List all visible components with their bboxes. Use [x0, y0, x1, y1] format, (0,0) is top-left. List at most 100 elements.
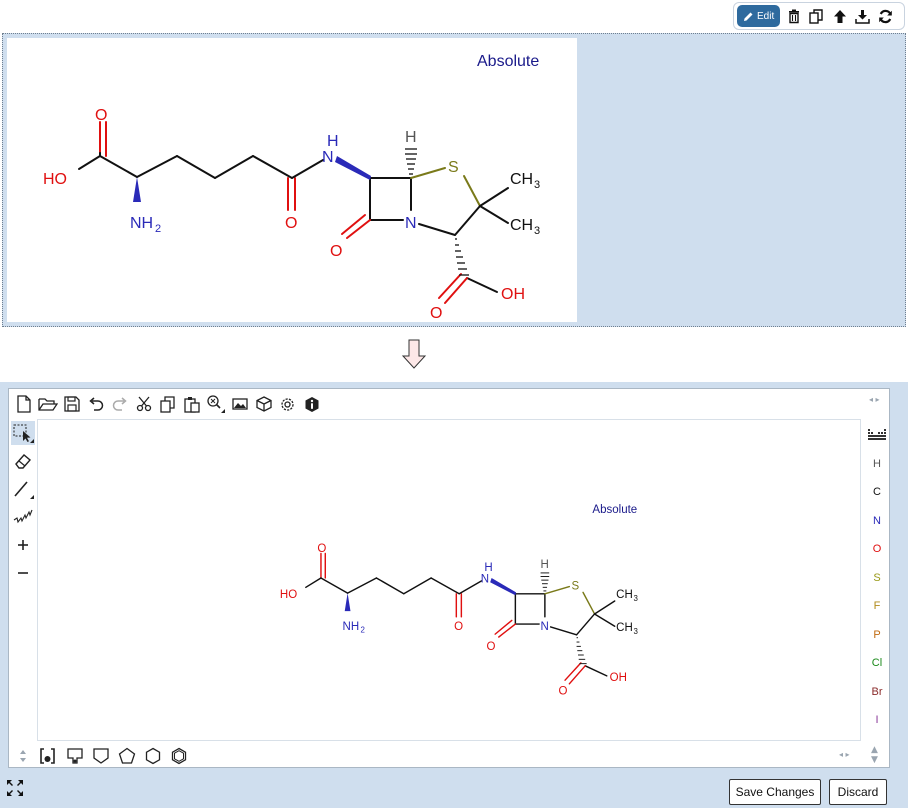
info-icon[interactable]	[301, 394, 322, 415]
undo-icon[interactable]	[85, 394, 106, 415]
select-tool-icon[interactable]	[11, 421, 35, 445]
atom-s: S	[448, 159, 459, 176]
absolute-label: Absolute	[477, 53, 539, 70]
atom-o-top: O	[95, 107, 107, 124]
3d-cube-icon[interactable]	[253, 394, 274, 415]
arrow-down-icon	[401, 339, 427, 369]
editor-atom-ch3-bottom: CH	[616, 622, 633, 634]
editor-atom-nh2: NH	[343, 621, 360, 633]
structure-preview-canvas[interactable]: Absolute O HO NH 2 O N H H S CH 3 CH 3 N…	[7, 38, 577, 322]
editor-atom-h-stereo: H	[541, 559, 549, 571]
fullscreen-icon[interactable]	[6, 779, 24, 801]
template-pentagon-icon[interactable]	[117, 746, 137, 766]
zoom-icon[interactable]	[205, 394, 226, 415]
atom-h-amide: H	[327, 133, 339, 150]
atom-nh2: NH	[130, 215, 153, 232]
template-pentagon-shield-icon[interactable]	[91, 746, 111, 766]
atom-nh2-subscript: 2	[155, 223, 161, 235]
element-br[interactable]: Br	[865, 678, 889, 707]
editor-atom-o-amide: O	[454, 621, 463, 633]
scroll-vertical-icon[interactable]	[13, 746, 33, 766]
open-folder-icon[interactable]	[37, 394, 58, 415]
editor-atom-n-ring: N	[541, 621, 549, 633]
bottom-horizontal-scroll-icon[interactable]: ◂ ▸	[839, 750, 850, 759]
atom-ch3-top-subscript: 3	[534, 179, 540, 191]
atom-ch3-top: CH	[510, 171, 533, 188]
element-n[interactable]: N	[865, 507, 889, 536]
editor-absolute-label: Absolute	[592, 504, 637, 516]
editor-atom-o-lactam: O	[487, 641, 496, 653]
save-changes-button[interactable]: Save Changes	[729, 779, 821, 805]
edit-button[interactable]: Edit	[737, 5, 781, 27]
editor-frame: Absolute O HO NH 2 O N H H S CH 3 CH 3 N…	[8, 388, 890, 768]
top-right-scroll-icon[interactable]: ◂ ▸	[869, 395, 880, 404]
editor-atom-o-acid: O	[559, 686, 568, 698]
edit-button-label: Edit	[757, 10, 775, 22]
discard-button[interactable]: Discard	[829, 779, 887, 805]
atom-o-acid: O	[430, 305, 442, 322]
element-s[interactable]: S	[865, 564, 889, 593]
editor-atom-o-top: O	[317, 543, 326, 555]
element-f[interactable]: F	[865, 592, 889, 621]
download-icon[interactable]	[853, 6, 872, 26]
template-bracket-icon[interactable]	[39, 746, 59, 766]
molecule-drawing: Absolute O HO NH 2 O N H H S CH 3 CH 3 N…	[43, 53, 540, 322]
copy-icon[interactable]	[157, 394, 178, 415]
element-toolbar: H C N O S F P Cl Br I	[865, 421, 889, 735]
atom-oh: OH	[501, 286, 525, 303]
eraser-tool-icon[interactable]	[11, 449, 35, 473]
atom-ch3-bottom: CH	[510, 217, 533, 234]
structure-editor: Absolute O HO NH 2 O N H H S CH 3 CH 3 N…	[0, 382, 908, 808]
template-benzene-icon[interactable]	[65, 746, 85, 766]
structure-preview-panel: Absolute O HO NH 2 O N H H S CH 3 CH 3 N…	[2, 33, 906, 327]
atom-ch3-bottom-subscript: 3	[534, 225, 540, 237]
atom-o-lactam: O	[330, 243, 342, 260]
settings-gear-icon[interactable]	[277, 394, 298, 415]
editor-atom-oh: OH	[610, 672, 627, 684]
editor-atom-h-amide: H	[484, 562, 492, 574]
editor-atom-s: S	[572, 580, 580, 592]
copy-icon[interactable]	[807, 6, 826, 26]
editor-atom-ch3-top: CH	[616, 589, 633, 601]
atom-n-amide: N	[322, 149, 334, 166]
refresh-icon[interactable]	[876, 6, 895, 26]
redo-icon[interactable]	[109, 394, 130, 415]
structure-toolbar: Edit	[733, 2, 905, 30]
save-icon[interactable]	[61, 394, 82, 415]
atom-o-amide: O	[285, 215, 297, 232]
paste-icon[interactable]	[181, 394, 202, 415]
charge-plus-icon[interactable]	[11, 533, 35, 557]
image-icon[interactable]	[229, 394, 250, 415]
new-document-icon[interactable]	[13, 394, 34, 415]
charge-minus-icon[interactable]	[11, 561, 35, 585]
atom-h-stereo: H	[405, 129, 417, 146]
pencil-icon	[744, 12, 753, 21]
editor-atom-nh2-subscript: 2	[361, 626, 365, 635]
element-h[interactable]: H	[865, 450, 889, 479]
editor-atom-ho: HO	[280, 589, 297, 601]
arrow-up-icon[interactable]	[830, 6, 849, 26]
element-p[interactable]: P	[865, 621, 889, 650]
element-o[interactable]: O	[865, 535, 889, 564]
template-cyclohexane-3d-icon[interactable]	[169, 746, 189, 766]
bottom-vertical-scroll-icon[interactable]: ▲ ▼	[871, 745, 878, 765]
periodic-table-icon[interactable]	[865, 421, 889, 450]
element-c[interactable]: C	[865, 478, 889, 507]
cut-icon[interactable]	[133, 394, 154, 415]
bond-tool-icon[interactable]	[11, 477, 35, 501]
atom-n-ring: N	[405, 215, 417, 232]
editor-main-toolbar	[13, 393, 322, 415]
trash-icon[interactable]	[784, 6, 803, 26]
element-cl[interactable]: Cl	[865, 649, 889, 678]
editor-atom-ch3-bottom-subscript: 3	[633, 627, 638, 636]
editor-molecule-drawing: Absolute O HO NH 2 O N H H S CH 3 CH 3 N…	[280, 504, 639, 698]
atom-ho: HO	[43, 171, 67, 188]
chain-tool-icon[interactable]	[11, 505, 35, 529]
editor-left-toolbar	[11, 421, 37, 589]
editor-atom-ch3-top-subscript: 3	[633, 594, 638, 603]
editor-atom-n-amide: N	[481, 573, 489, 585]
element-i[interactable]: I	[865, 706, 889, 735]
editor-bottom-toolbar	[13, 745, 189, 767]
editor-canvas[interactable]: Absolute O HO NH 2 O N H H S CH 3 CH 3 N…	[37, 419, 861, 741]
template-hexagon-icon[interactable]	[143, 746, 163, 766]
